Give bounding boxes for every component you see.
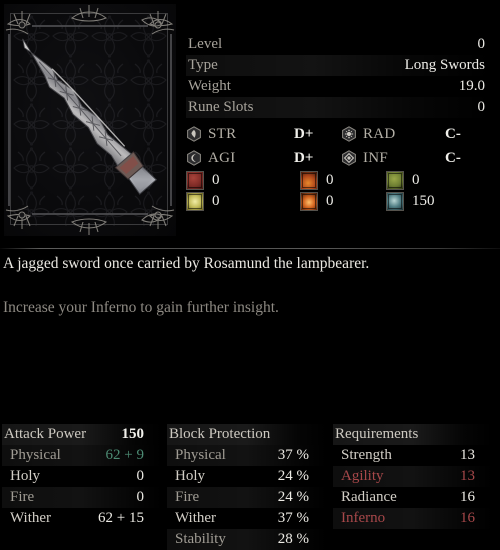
damage-value: 0	[212, 172, 220, 188]
fire-damage-icon	[300, 171, 318, 190]
scaling-row: STR D+ RAD C-	[186, 122, 491, 146]
row-label: Fire	[175, 489, 200, 505]
stat-value: 0	[477, 36, 486, 52]
row-value: 13	[460, 447, 475, 463]
damage-value: 0	[326, 172, 334, 188]
stat-value: Long Swords	[404, 57, 485, 73]
row-value: 0	[136, 489, 145, 505]
row-value: 16	[460, 489, 475, 505]
item-detail-panels: Attack Power 150 Physical 62 + 9 Holy 0 …	[0, 424, 500, 550]
row-label: Physical	[175, 447, 226, 463]
attack-row-holy: Holy 0	[2, 466, 162, 487]
requirement-row-radiance: Radiance 16	[333, 487, 493, 508]
scaling-grade: C-	[445, 150, 461, 166]
scaling-attributes: STR D+ RAD C- AGI D+ INF C-	[186, 122, 491, 170]
stat-label: Level	[188, 36, 223, 52]
damage-value: 0	[212, 193, 220, 209]
block-row-fire: Fire 24 %	[167, 487, 327, 508]
scaling-name: INF	[363, 150, 389, 166]
attack-power-header: Attack Power 150	[2, 424, 162, 445]
block-row-physical: Physical 37 %	[167, 445, 327, 466]
scaling-grade: C-	[445, 126, 461, 142]
row-value: 28 %	[277, 531, 309, 547]
requirements-header: Requirements	[333, 424, 493, 445]
scaling-row: AGI D+ INF C-	[186, 146, 491, 170]
item-sprite-jagged-sword	[22, 38, 158, 195]
damage-type-grid: 0 0 0 0 0 150	[186, 170, 491, 212]
block-row-stability: Stability 28 %	[167, 529, 327, 550]
requirement-row-strength: Strength 13	[333, 445, 493, 466]
row-label: Holy	[10, 468, 40, 484]
damage-row: 0 0 0	[186, 170, 491, 191]
item-overview-section: Level 0 Type Long Swords Weight 19.0 Run…	[0, 0, 500, 248]
damage-row: 0 0 150	[186, 191, 491, 212]
row-value: 24 %	[277, 489, 309, 505]
stat-row: Weight 19.0	[186, 76, 491, 97]
stat-label: Rune Slots	[188, 99, 254, 115]
strength-badge-icon	[187, 126, 201, 142]
physical-damage-icon	[186, 171, 204, 190]
stat-row: Rune Slots 0	[186, 97, 491, 118]
block-protection-panel: Block Protection Physical 37 % Holy 24 %…	[167, 424, 327, 550]
section-divider	[0, 248, 500, 249]
item-image-frame	[4, 4, 176, 236]
stat-value: 0	[477, 99, 486, 115]
attack-power-panel: Attack Power 150 Physical 62 + 9 Holy 0 …	[2, 424, 162, 529]
item-description-text: A jagged sword once carried by Rosamund …	[3, 255, 370, 272]
requirements-panel: Requirements Strength 13 Agility 13 Radi…	[333, 424, 493, 529]
scaling-name: AGI	[208, 150, 236, 166]
inferno-damage-icon	[300, 192, 318, 211]
damage-value: 0	[412, 172, 420, 188]
row-value: 37 %	[277, 510, 309, 526]
scaling-name: STR	[208, 126, 237, 142]
damage-value: 0	[326, 193, 334, 209]
row-label: Fire	[10, 489, 35, 505]
row-value: 62 + 9	[105, 447, 144, 463]
scaling-name: RAD	[363, 126, 396, 142]
panel-title: Block Protection	[169, 426, 271, 442]
row-value: 0	[136, 468, 145, 484]
stat-label: Weight	[188, 78, 231, 94]
attack-row-fire: Fire 0	[2, 487, 162, 508]
attack-power-total: 150	[121, 426, 145, 442]
damage-value: 150	[412, 193, 435, 209]
wither-damage-icon	[386, 171, 404, 190]
item-hint-text: Increase your Inferno to gain further in…	[3, 299, 279, 316]
requirement-row-inferno: Inferno 16	[333, 508, 493, 529]
inferno-badge-icon	[342, 150, 356, 166]
row-label: Inferno	[341, 510, 386, 526]
row-value: 16	[460, 510, 475, 526]
scaling-grade: D+	[294, 126, 314, 142]
attack-row-physical: Physical 62 + 9	[2, 445, 162, 466]
frost-damage-icon	[386, 192, 404, 211]
attack-row-wither: Wither 62 + 15	[2, 508, 162, 529]
stat-label: Type	[188, 57, 218, 73]
block-protection-header: Block Protection	[167, 424, 327, 445]
row-label: Strength	[341, 447, 392, 463]
row-label: Holy	[175, 468, 205, 484]
agility-badge-icon	[187, 150, 201, 166]
radiance-badge-icon	[342, 126, 356, 142]
row-label: Agility	[341, 468, 384, 484]
row-value: 24 %	[277, 468, 309, 484]
row-value: 13	[460, 468, 475, 484]
row-label: Radiance	[341, 489, 397, 505]
row-label: Wither	[175, 510, 217, 526]
block-row-holy: Holy 24 %	[167, 466, 327, 487]
row-value: 62 + 15	[98, 510, 144, 526]
stat-row: Level 0	[186, 34, 491, 55]
block-row-wither: Wither 37 %	[167, 508, 327, 529]
holy-damage-icon	[186, 192, 204, 211]
row-label: Physical	[10, 447, 61, 463]
row-value: 37 %	[277, 447, 309, 463]
row-label: Stability	[175, 531, 226, 547]
panel-title: Attack Power	[4, 426, 87, 442]
row-label: Wither	[10, 510, 52, 526]
panel-title: Requirements	[335, 426, 419, 442]
scaling-grade: D+	[294, 150, 314, 166]
item-stat-table: Level 0 Type Long Swords Weight 19.0 Run…	[186, 34, 491, 118]
stat-row: Type Long Swords	[186, 55, 491, 76]
requirement-row-agility: Agility 13	[333, 466, 493, 487]
stat-value: 19.0	[458, 78, 485, 94]
